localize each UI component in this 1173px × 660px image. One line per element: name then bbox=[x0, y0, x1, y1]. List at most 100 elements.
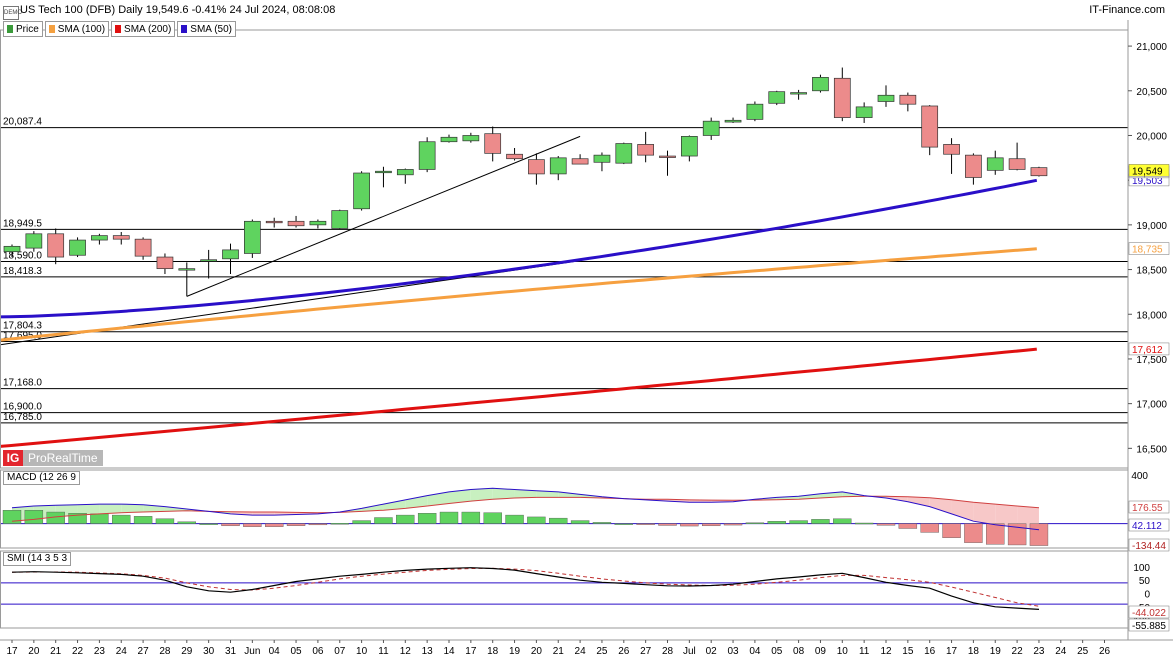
brand-label: IT-Finance.com bbox=[1089, 4, 1165, 16]
sma100-line bbox=[0, 247, 1037, 342]
x-tick-label: 28 bbox=[662, 646, 674, 657]
x-tick-label: 17 bbox=[465, 646, 477, 657]
x-tick-label: 24 bbox=[575, 646, 587, 657]
x-tick-label: 08 bbox=[793, 646, 805, 657]
x-tick-label: 28 bbox=[159, 646, 171, 657]
level-label: 17,168.0 bbox=[3, 378, 42, 389]
x-tick-label: 05 bbox=[771, 646, 783, 657]
x-tick-label: 27 bbox=[138, 646, 150, 657]
legend-swatch bbox=[48, 25, 55, 33]
x-tick-label: Jul bbox=[683, 646, 696, 657]
macd-histogram-bar bbox=[286, 523, 306, 526]
macd-histogram-bar bbox=[723, 523, 743, 526]
level-label: 18,590.0 bbox=[3, 251, 42, 262]
macd-histogram-bar bbox=[636, 523, 655, 525]
candle-up bbox=[462, 135, 480, 142]
macd-histogram-bar bbox=[898, 523, 918, 529]
y-tick-label: 20,000 bbox=[1136, 131, 1167, 142]
macd-histogram-bar bbox=[112, 514, 131, 524]
candle-up bbox=[222, 249, 239, 260]
candle-up bbox=[375, 170, 392, 174]
candle-down bbox=[134, 238, 152, 257]
x-tick-label: 22 bbox=[72, 646, 84, 657]
sma200-line bbox=[0, 347, 1037, 448]
candle-down bbox=[265, 220, 283, 224]
x-tick-label: 07 bbox=[334, 646, 346, 657]
x-tick-label: 11 bbox=[859, 646, 870, 657]
candle-up bbox=[3, 245, 21, 253]
sma100-tag-label: 18,735 bbox=[1132, 245, 1163, 256]
x-tick-label: 24 bbox=[1055, 646, 1067, 657]
macd-histogram-bar bbox=[592, 522, 612, 524]
x-tick-label: 10 bbox=[837, 646, 849, 657]
macd-label[interactable]: MACD (12 26 9 bbox=[3, 471, 80, 485]
macd-histogram-bar bbox=[243, 523, 262, 527]
legend-item-sma200[interactable]: SMA (200) bbox=[111, 21, 176, 37]
x-tick-label: 09 bbox=[815, 646, 827, 657]
candle-down bbox=[659, 155, 676, 158]
smi-tag-label: -55.885 bbox=[1132, 621, 1166, 632]
ig-logo: IG bbox=[3, 450, 23, 466]
candle-down bbox=[921, 105, 939, 148]
x-tick-label: 31 bbox=[225, 646, 237, 657]
y-tick-label: 18,000 bbox=[1136, 310, 1167, 321]
candle-down bbox=[899, 94, 917, 105]
macd-histogram-bar bbox=[942, 523, 961, 538]
legend-label: SMA (50) bbox=[190, 23, 232, 35]
axes: 16,500 17,000 17,500 18,000 18,500 19,000 19,5… bbox=[0, 20, 1173, 657]
candle-down bbox=[528, 159, 545, 175]
y-tick-label: 16,500 bbox=[1136, 444, 1167, 455]
macd-histogram-bar bbox=[265, 523, 284, 527]
macd-histogram-bar bbox=[221, 523, 240, 527]
x-tick-label: 22 bbox=[1012, 646, 1024, 657]
candle-up bbox=[69, 239, 86, 256]
smi-panel-frame bbox=[0, 550, 1129, 629]
x-tick-label: 26 bbox=[618, 646, 630, 657]
x-tick-label: 12 bbox=[400, 646, 412, 657]
legend-label: Price bbox=[16, 23, 39, 35]
x-tick-label: 17 bbox=[946, 646, 958, 657]
legend-item-sma50[interactable]: SMA (50) bbox=[177, 21, 236, 37]
macd-histogram-bar bbox=[920, 523, 939, 533]
sma200-tag-label: 17,612 bbox=[1132, 345, 1163, 356]
macd-histogram-bar bbox=[133, 516, 153, 524]
x-tick-label: 18 bbox=[968, 646, 980, 657]
macd-histogram-bar bbox=[745, 522, 765, 524]
macd-histogram-bar bbox=[24, 510, 44, 524]
x-tick-label: 27 bbox=[640, 646, 652, 657]
smi-line bbox=[11, 567, 1040, 610]
prorealtime-watermark: IG ProRealTime bbox=[3, 450, 103, 466]
x-tick-label: 30 bbox=[203, 646, 215, 657]
x-tick-label: 19 bbox=[990, 646, 1002, 657]
candle-down bbox=[833, 77, 851, 118]
macd-cloud bbox=[121, 504, 144, 513]
macd-histogram-bar bbox=[570, 520, 590, 524]
legend-item-price[interactable]: Price bbox=[3, 21, 43, 37]
macd-histogram-bar bbox=[811, 519, 830, 524]
moving-averages bbox=[0, 178, 1038, 448]
level-label: 18,418.3 bbox=[3, 266, 42, 277]
macd-signal-tag-label: 176.55 bbox=[1132, 503, 1163, 514]
x-tick-label: 19 bbox=[509, 646, 521, 657]
candle-up bbox=[680, 136, 698, 157]
candle-down bbox=[571, 158, 589, 165]
x-tick-label: 11 bbox=[378, 646, 389, 657]
candle-up bbox=[724, 119, 742, 123]
candle-up bbox=[178, 268, 196, 271]
smi-label[interactable]: SMI (14 3 5 3 bbox=[3, 552, 72, 566]
x-tick-label: 03 bbox=[727, 646, 739, 657]
macd-hist-tag-label: -134.44 bbox=[1132, 541, 1166, 552]
macd-histogram-bar bbox=[1029, 523, 1049, 546]
macd-histogram-bar bbox=[417, 513, 437, 524]
macd-cloud bbox=[929, 497, 952, 514]
macd-histogram-bar bbox=[177, 521, 197, 524]
candle-up bbox=[418, 141, 436, 170]
trendline bbox=[186, 135, 581, 297]
x-tick-label: 18 bbox=[487, 646, 499, 657]
candle-down bbox=[484, 133, 502, 154]
macd-histogram-bar bbox=[833, 518, 852, 524]
legend-item-sma100[interactable]: SMA (100) bbox=[44, 21, 110, 37]
x-tick-label: 25 bbox=[596, 646, 608, 657]
macd-cloud bbox=[492, 488, 515, 500]
x-tick-label: 12 bbox=[880, 646, 892, 657]
